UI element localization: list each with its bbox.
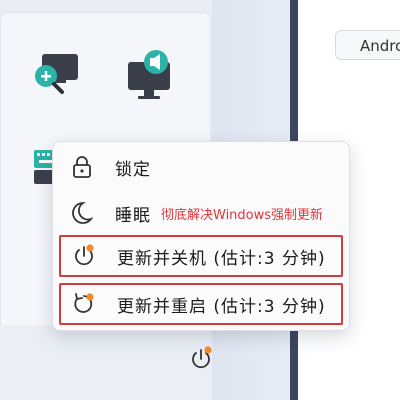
narrator-app-icon[interactable] bbox=[126, 48, 176, 102]
menu-item-label: 锁定 bbox=[115, 159, 151, 180]
annotation-text: 彻底解决Windows强制更新 bbox=[161, 207, 324, 223]
menu-item-sleep[interactable]: 睡眠 彻底解决Windows强制更新 bbox=[59, 192, 343, 234]
power-button[interactable] bbox=[186, 343, 216, 373]
power-update-icon bbox=[192, 346, 212, 369]
menu-item-lock[interactable]: 锁定 bbox=[59, 146, 343, 188]
menu-item-label: 更新并重启 (估计:3 分钟) bbox=[117, 296, 326, 317]
moon-icon bbox=[69, 200, 95, 226]
lock-icon bbox=[69, 154, 95, 180]
menu-item-update-and-restart[interactable]: 更新并重启 (估计:3 分钟) bbox=[59, 283, 343, 325]
menu-item-update-and-shutdown[interactable]: 更新并关机 (估计:3 分钟) bbox=[59, 235, 343, 277]
magnifier-app-icon[interactable] bbox=[32, 50, 82, 100]
power-context-menu: 锁定 睡眠 彻底解决Windows强制更新 更新并关机 (估计:3 分钟) 更新… bbox=[52, 141, 350, 331]
update-shutdown-icon bbox=[71, 243, 97, 269]
menu-item-label: 更新并关机 (估计:3 分钟) bbox=[117, 248, 326, 269]
start-menu-footer bbox=[0, 325, 211, 400]
background-window-chip[interactable]: Andro bbox=[335, 30, 400, 60]
menu-item-label: 睡眠 bbox=[115, 205, 151, 226]
update-restart-icon bbox=[71, 291, 97, 317]
